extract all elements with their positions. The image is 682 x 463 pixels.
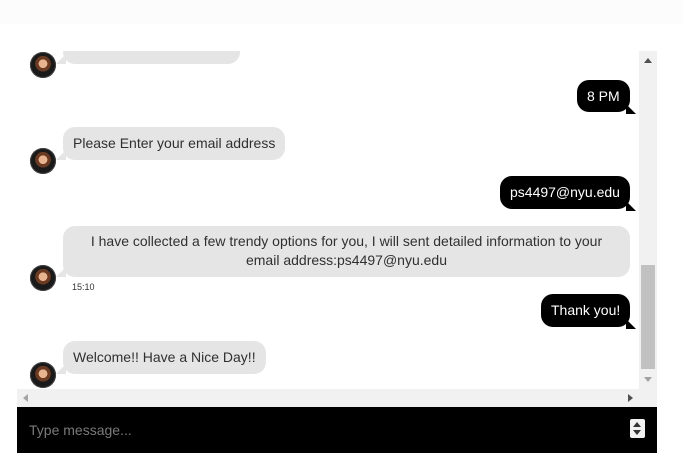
message-text: I have collected a few trendy options fo…	[90, 233, 603, 268]
bot-avatar	[30, 52, 56, 78]
message-input[interactable]	[29, 420, 589, 440]
chevron-right-icon[interactable]	[628, 394, 633, 402]
message-timestamp: 15:10	[72, 282, 95, 292]
bot-message: I have collected a few trendy options fo…	[56, 226, 630, 277]
scrollbar-corner	[639, 389, 657, 407]
message-list[interactable]: 8 PM Please Enter your email address ps4…	[17, 51, 639, 389]
spinner-down-icon[interactable]	[633, 430, 641, 435]
horizontal-scrollbar[interactable]	[17, 389, 639, 407]
top-bar	[0, 0, 682, 24]
message-text: ps4497@nyu.edu	[510, 184, 620, 200]
vertical-scrollbar[interactable]	[639, 51, 657, 389]
message-text: Thank you!	[551, 302, 621, 318]
user-message: 8 PM	[577, 80, 636, 114]
bot-avatar	[30, 148, 56, 174]
chevron-up-icon[interactable]	[644, 58, 652, 63]
bot-message	[56, 51, 240, 64]
bot-message: Welcome!! Have a Nice Day!!	[56, 341, 266, 374]
bot-avatar	[30, 265, 56, 291]
input-spinner[interactable]	[630, 419, 645, 438]
bot-avatar	[30, 362, 56, 388]
message-text: 8 PM	[587, 88, 620, 104]
user-message: ps4497@nyu.edu	[500, 176, 636, 211]
chevron-down-icon[interactable]	[644, 377, 652, 382]
chevron-left-icon[interactable]	[23, 394, 28, 402]
user-message: Thank you!	[541, 294, 637, 329]
bot-message: Please Enter your email address	[55, 127, 286, 160]
chat-window: 8 PM Please Enter your email address ps4…	[17, 51, 657, 407]
message-text: Please Enter your email address	[73, 135, 276, 151]
spinner-up-icon[interactable]	[633, 422, 641, 427]
message-composer	[17, 407, 657, 453]
scrollbar-thumb[interactable]	[641, 265, 655, 369]
message-text: Welcome!! Have a Nice Day!!	[73, 349, 256, 365]
